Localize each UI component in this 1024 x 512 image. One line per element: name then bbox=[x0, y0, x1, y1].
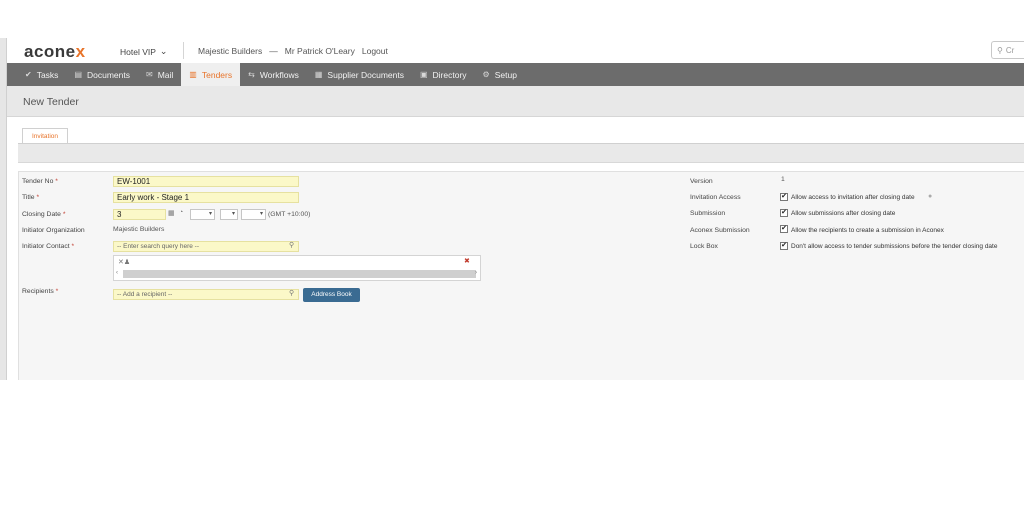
ampm-select[interactable]: ▾ bbox=[241, 209, 266, 220]
invitation-access-label: Invitation Access bbox=[690, 194, 741, 201]
project-name: Hotel VIP bbox=[120, 46, 156, 57]
recipients-input[interactable]: -- Add a recipient -- bbox=[113, 289, 299, 300]
aconex-submission-label: Aconex Submission bbox=[690, 227, 750, 234]
form-toolbar bbox=[18, 144, 1024, 163]
project-selector[interactable]: Hotel VIP ⌄ bbox=[120, 46, 167, 57]
chevron-down-icon: ⌄ bbox=[159, 46, 168, 56]
submission-option: Allow submissions after closing date bbox=[791, 210, 896, 217]
aconex-submission-checkbox[interactable]: ✔ bbox=[780, 225, 788, 233]
lock-box-checkbox[interactable]: ✔ bbox=[780, 242, 788, 250]
main-nav: ✔ Tasks ▤ Documents ✉ Mail ▥ Tenders ⇆ W… bbox=[7, 63, 1024, 86]
nav-setup[interactable]: ⚙ Setup bbox=[475, 63, 525, 86]
nav-mail[interactable]: ✉ Mail bbox=[138, 63, 181, 86]
search-icon[interactable]: ⚲ bbox=[289, 289, 294, 297]
scroll-right-icon[interactable]: › bbox=[475, 270, 477, 276]
clock-icon: ◔ bbox=[179, 209, 184, 216]
closing-date-label: Closing Date * bbox=[22, 211, 66, 218]
submission-checkbox[interactable]: ✔ bbox=[780, 209, 788, 217]
top-bar: aconex Hotel VIP ⌄ Majestic Builders — M… bbox=[7, 38, 1024, 63]
global-search-input[interactable]: ⚲ Cr bbox=[991, 41, 1024, 59]
page-title: New Tender bbox=[23, 96, 79, 108]
organization-name: Majestic Builders bbox=[198, 46, 263, 56]
recipients-label: Recipients * bbox=[22, 288, 59, 295]
scroll-left-icon[interactable]: ‹ bbox=[116, 270, 118, 276]
directory-icon: ▣ bbox=[419, 70, 428, 79]
nav-directory[interactable]: ▣ Directory bbox=[412, 63, 475, 86]
nav-workflows[interactable]: ⇆ Workflows bbox=[240, 63, 307, 86]
initiator-contact-label: Initiator Contact * bbox=[22, 243, 75, 250]
page-header: New Tender bbox=[7, 86, 1024, 117]
logout-link[interactable]: Logout bbox=[362, 46, 388, 56]
user-info: Majestic Builders — Mr Patrick O'Leary L… bbox=[198, 46, 388, 56]
minute-select[interactable]: ▾ bbox=[220, 209, 238, 220]
invitation-access-option: Allow access to invitation after closing… bbox=[791, 194, 915, 201]
tab-invitation[interactable]: Invitation bbox=[22, 128, 68, 144]
gear-icon: ⚙ bbox=[482, 70, 490, 79]
timezone-label: (GMT +10:00) bbox=[268, 211, 311, 218]
nav-supplier-documents[interactable]: ▦ Supplier Documents bbox=[307, 63, 412, 86]
supplier-docs-icon: ▦ bbox=[314, 70, 323, 79]
left-edge-strip bbox=[0, 38, 7, 380]
title-input[interactable]: Early work - Stage 1 bbox=[113, 192, 299, 203]
initiator-contact-search-input[interactable]: -- Enter search query here -- bbox=[113, 241, 299, 252]
user-name[interactable]: Mr Patrick O'Leary bbox=[285, 46, 355, 56]
version-label: Version bbox=[690, 178, 713, 185]
invitation-access-checkbox[interactable]: ✔ bbox=[780, 193, 788, 201]
user-group-icon: ✕♟ bbox=[118, 259, 131, 266]
address-book-button[interactable]: Address Book bbox=[303, 288, 360, 302]
document-icon: ▤ bbox=[74, 70, 82, 79]
closing-date-input[interactable]: 3 bbox=[113, 209, 166, 220]
version-value: 1 bbox=[781, 176, 785, 183]
nav-documents[interactable]: ▤ Documents bbox=[66, 63, 138, 86]
separator: — bbox=[269, 46, 278, 56]
title-label: Title * bbox=[22, 194, 40, 201]
lock-box-label: Lock Box bbox=[690, 243, 718, 250]
nav-tenders[interactable]: ▥ Tenders bbox=[181, 63, 241, 86]
divider bbox=[183, 42, 184, 59]
calendar-icon[interactable]: ▦ bbox=[168, 209, 175, 217]
initiator-organization-label: Initiator Organization bbox=[22, 227, 85, 234]
hour-select[interactable]: ▾ bbox=[190, 209, 215, 220]
aconex-submission-option: Allow the recipients to create a submiss… bbox=[791, 227, 944, 234]
mail-icon: ✉ bbox=[146, 70, 153, 79]
search-icon[interactable]: ⚲ bbox=[289, 241, 294, 249]
check-icon: ✔ bbox=[25, 70, 32, 79]
help-icon[interactable]: ● bbox=[928, 193, 932, 200]
remove-icon[interactable]: ✖ bbox=[464, 257, 470, 265]
contact-list-scrollbar[interactable] bbox=[123, 270, 476, 278]
aconex-logo[interactable]: aconex bbox=[24, 42, 86, 62]
submission-label: Submission bbox=[690, 210, 726, 217]
nav-tasks[interactable]: ✔ Tasks bbox=[17, 63, 66, 86]
lock-box-option: Don't allow access to tender submissions… bbox=[791, 243, 998, 250]
tender-icon: ▥ bbox=[189, 70, 197, 79]
workflow-icon: ⇆ bbox=[248, 70, 255, 79]
search-icon: ⚲ bbox=[997, 46, 1003, 55]
tender-no-label: Tender No * bbox=[22, 178, 58, 185]
tender-no-input[interactable]: EW-1001 bbox=[113, 176, 299, 187]
initiator-organization-value: Majestic Builders bbox=[113, 226, 165, 233]
